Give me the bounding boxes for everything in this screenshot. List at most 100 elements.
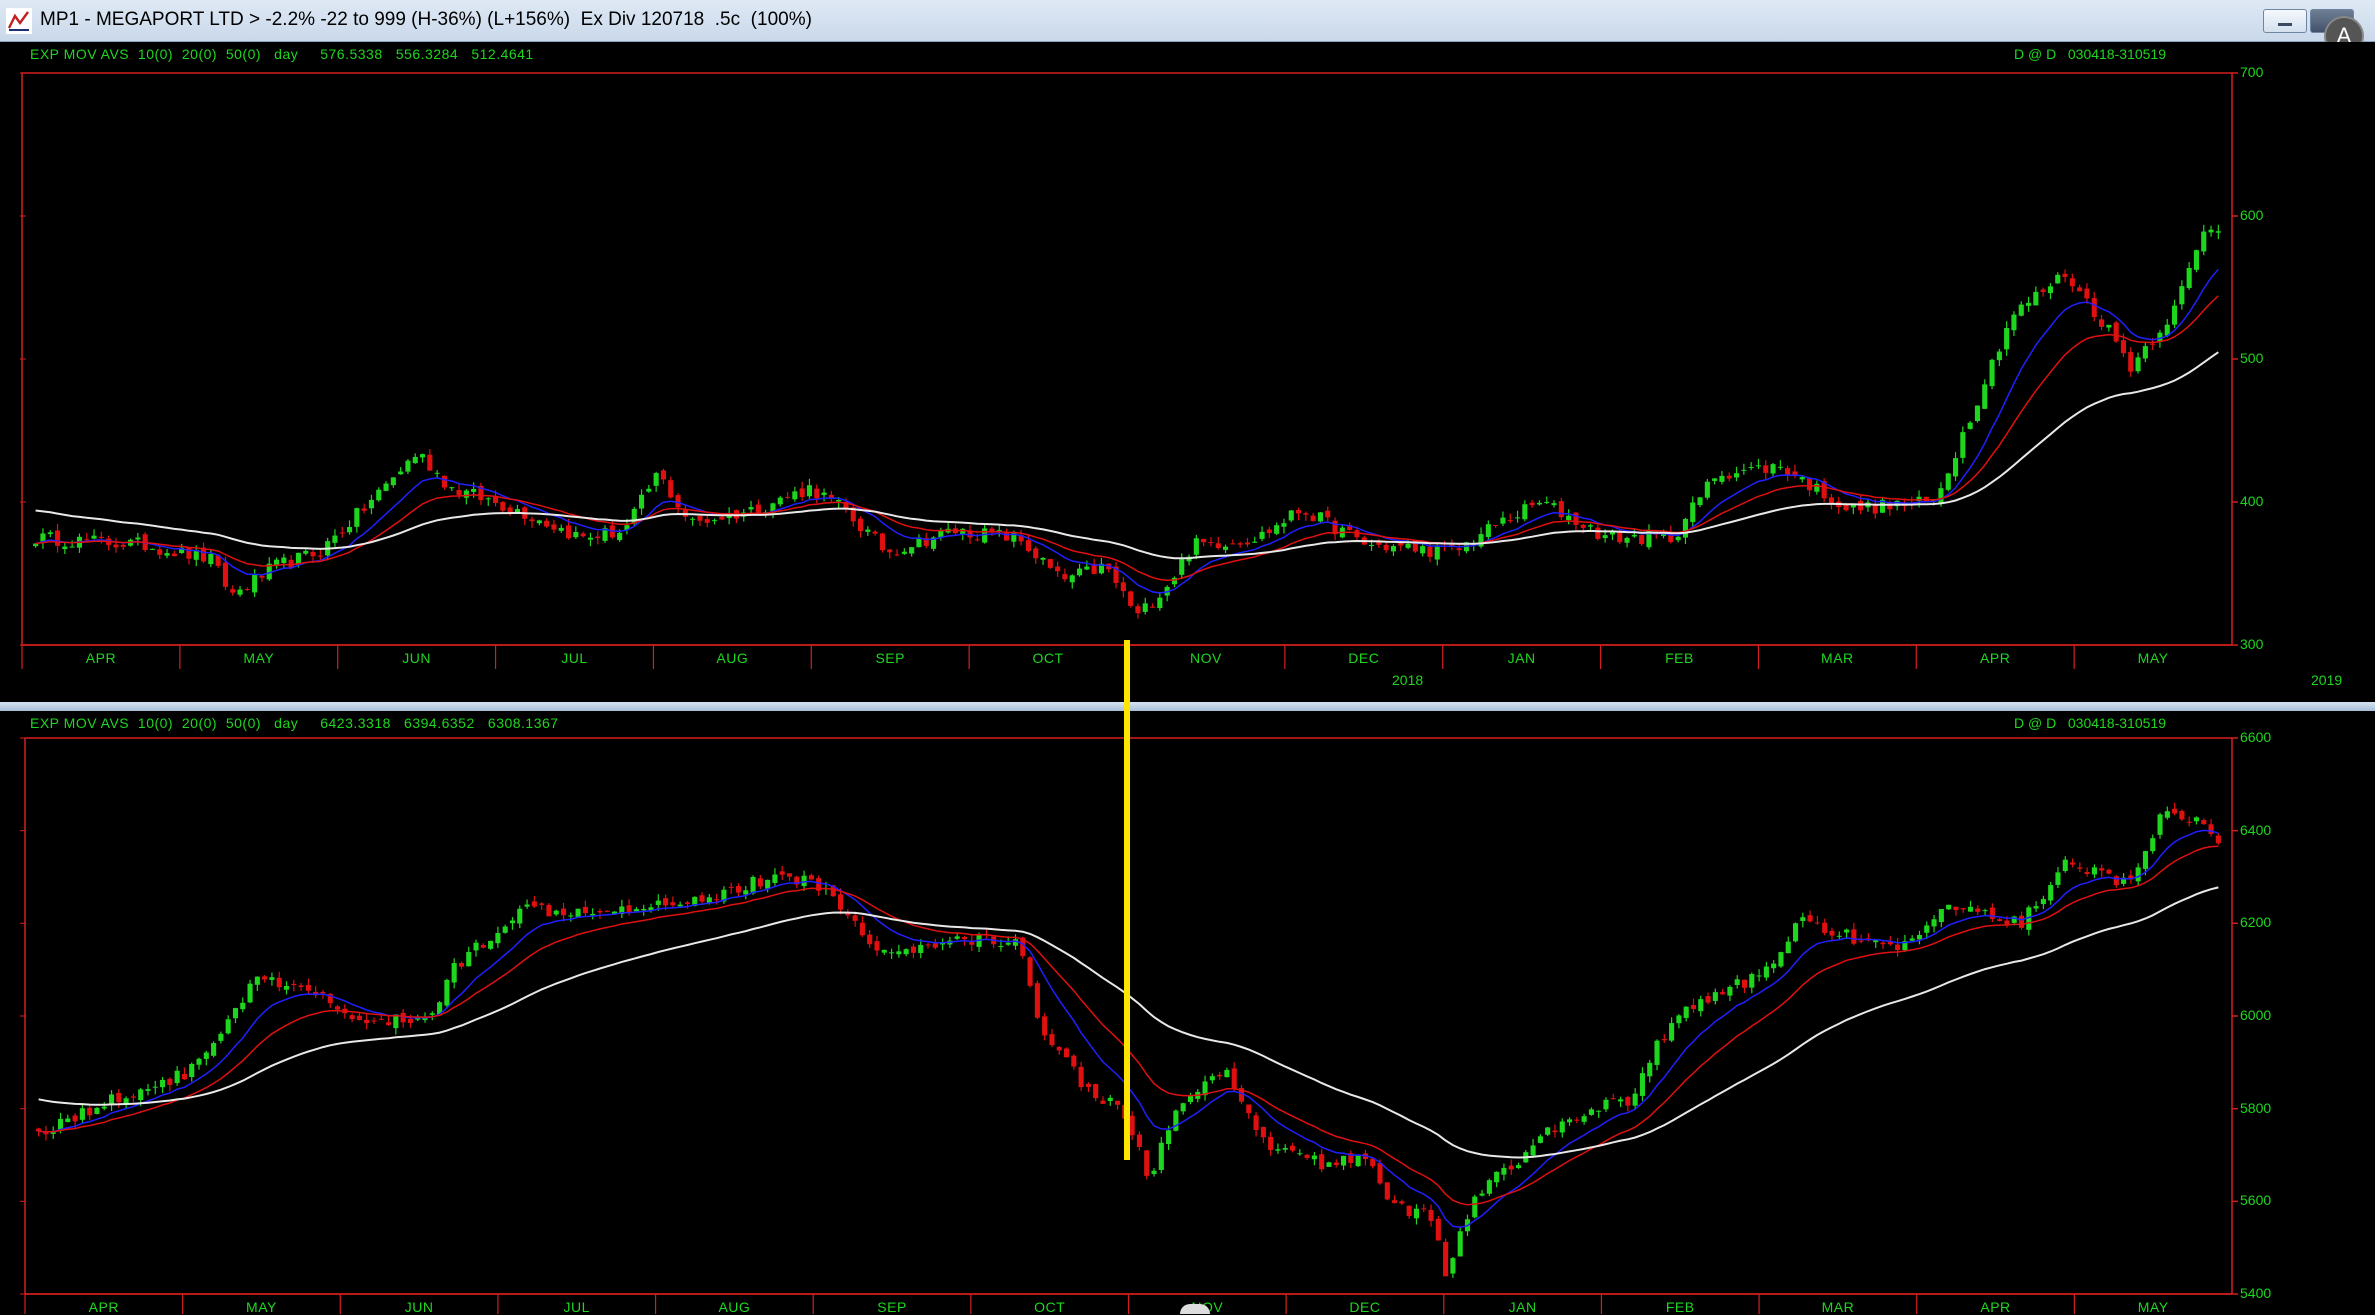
candle-body (1237, 543, 1243, 545)
candle-body (1398, 542, 1404, 546)
candle-body (699, 895, 705, 902)
candle-body (1982, 384, 1988, 409)
candle-body (2208, 824, 2214, 834)
candle-body (171, 553, 177, 557)
candle-body (1704, 481, 1710, 498)
candle-body (1136, 1134, 1142, 1148)
candle-body (896, 951, 902, 955)
candle-body (1443, 1241, 1449, 1277)
candle-body (1777, 466, 1783, 468)
candle-body (1427, 546, 1433, 557)
candle-body (808, 875, 814, 880)
x-month-label: AUG (718, 1299, 751, 1315)
candle-body (1071, 1055, 1077, 1067)
candle-body (1069, 575, 1075, 583)
candle-body (837, 894, 844, 910)
candle-body (1115, 1100, 1121, 1105)
candle-body (1042, 1016, 1048, 1036)
candle-body (1472, 1196, 1478, 1218)
candle-body (1778, 952, 1784, 967)
candle-body (456, 490, 462, 496)
candle-body (909, 547, 915, 554)
candle-body (273, 559, 280, 565)
candle-body (1434, 545, 1440, 560)
index-chart-panel[interactable]: EXP MOV AVS 10(0) 20(0) 50(0) day 6423.3… (0, 711, 2375, 1315)
candle-body (558, 527, 564, 531)
candle-body (47, 532, 53, 535)
candle-body (473, 942, 479, 951)
candle-body (1406, 1205, 1412, 1217)
candle-body (655, 900, 661, 905)
candle-body (1960, 432, 1966, 458)
candle-body (1128, 591, 1134, 606)
candle-body (1289, 1145, 1296, 1151)
candle-body (961, 937, 968, 940)
candle-body (500, 502, 506, 511)
stock-chart-panel[interactable]: EXP MOV AVS 10(0) 20(0) 50(0) day 576.53… (0, 42, 2375, 702)
scroll-marker[interactable] (1180, 1304, 1210, 1314)
candle-body (509, 920, 516, 924)
candle-body (1063, 1048, 1070, 1058)
candle-body (1529, 502, 1535, 506)
candle-body (2055, 872, 2061, 885)
x-month-label: MAY (243, 650, 275, 666)
candle-body (218, 1033, 224, 1041)
candle-body (485, 498, 491, 500)
x-month-label: SEP (877, 1299, 907, 1315)
candle-body (145, 1089, 151, 1091)
candle-body (1726, 475, 1732, 479)
candle-body (1836, 935, 1842, 937)
candle-body (1982, 910, 1988, 912)
candle-body (1259, 531, 1265, 539)
candle-body (259, 575, 265, 578)
candle-body (1450, 1258, 1456, 1274)
candle-body (779, 871, 785, 875)
candle-body (551, 524, 557, 530)
candle-body (2018, 915, 2025, 928)
candle-body (546, 904, 552, 917)
candle-body (1734, 979, 1740, 985)
candle-body (1676, 1015, 1682, 1024)
x-month-label: DEC (1348, 650, 1380, 666)
candle-body (2215, 231, 2221, 233)
candle-body (1712, 992, 1718, 1001)
candle-body (495, 933, 501, 944)
candle-body (2048, 885, 2054, 901)
candle-body (814, 488, 820, 499)
panel-splitter[interactable] (0, 702, 2375, 711)
candle-body (2084, 288, 2090, 299)
candle-body (2113, 322, 2119, 342)
candle-body (836, 500, 842, 502)
candle-body (2172, 808, 2178, 814)
candle-body (2098, 319, 2105, 327)
candle-body (1085, 1083, 1091, 1087)
candle-body (568, 915, 574, 917)
candle-body (208, 554, 214, 565)
candle-body (211, 1043, 217, 1056)
candle-body (1515, 1165, 1522, 1169)
candle-body (1785, 468, 1791, 475)
candle-body (1675, 536, 1681, 541)
candle-body (252, 574, 258, 593)
candle-body (1034, 983, 1040, 1018)
candle-body (1341, 1155, 1347, 1166)
candle-body (1399, 1201, 1405, 1204)
candle-body (339, 532, 345, 534)
x-month-label: MAR (1821, 1299, 1855, 1315)
y-tick-label: 6600 (2240, 729, 2272, 745)
candle-body (441, 475, 448, 488)
candle-body (1566, 515, 1572, 521)
candle-body (2128, 352, 2134, 372)
x-month-label: JAN (1507, 650, 1536, 666)
candle-body (354, 508, 360, 527)
candle-body (901, 551, 907, 554)
crosshair-cursor-line[interactable] (1124, 640, 1130, 1160)
candle-body (317, 555, 323, 557)
minimize-icon[interactable] (2263, 9, 2307, 33)
candle-body (1501, 1167, 1507, 1175)
candle-body (91, 535, 97, 539)
chart-app-icon[interactable] (6, 8, 32, 34)
candle-body (1872, 505, 1878, 514)
candle-body (2033, 291, 2039, 306)
candle-body (1544, 501, 1550, 503)
